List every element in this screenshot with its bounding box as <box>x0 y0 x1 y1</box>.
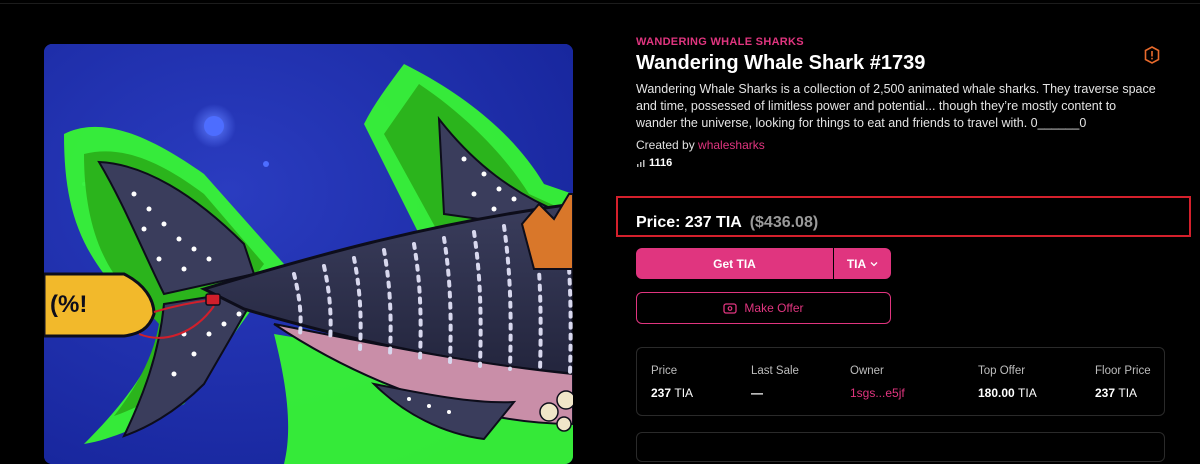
stat-value: 237 TIA <box>651 386 693 400</box>
stat-value: — <box>751 386 763 400</box>
stat-owner: Owner 1sgs...e5jf <box>850 365 905 400</box>
stat-top-offer: Top Offer 180.00 TIA <box>978 365 1037 400</box>
price-label: Price: 237 TIA <box>636 214 742 231</box>
stat-number: 180.00 <box>978 386 1015 400</box>
stat-label: Last Sale <box>751 365 799 377</box>
price-line: Price: 237 TIA ($436.08) <box>636 214 818 232</box>
stat-price: Price 237 TIA <box>651 365 693 400</box>
stat-label: Floor Price <box>1095 365 1151 377</box>
creator-line: Created by whalesharks <box>636 138 765 152</box>
stats-card: Price 237 TIA Last Sale — Owner 1sgs...e… <box>636 347 1165 416</box>
stat-value: 237 TIA <box>1095 386 1151 400</box>
price-usd: ($436.08) <box>749 214 819 231</box>
currency-select-button[interactable]: TIA <box>834 248 891 279</box>
views-count: 1116 <box>636 157 672 169</box>
next-section-card <box>636 432 1165 462</box>
stat-unit: TIA <box>1018 386 1037 400</box>
stat-floor-price: Floor Price 237 TIA <box>1095 365 1151 400</box>
stat-unit: TIA <box>674 386 694 400</box>
offer-icon <box>723 302 738 314</box>
stat-label: Owner <box>850 365 884 377</box>
whale-shark-artwork: (%! <box>44 44 573 464</box>
report-icon[interactable] <box>1144 46 1160 64</box>
stat-number: 237 <box>1095 386 1116 400</box>
make-offer-label: Make Offer <box>744 301 804 315</box>
description: Wandering Whale Sharks is a collection o… <box>636 82 1156 130</box>
stat-label: Price <box>651 365 678 377</box>
page-title: Wandering Whale Shark #1739 <box>636 52 926 74</box>
creator-link[interactable]: whalesharks <box>698 138 765 152</box>
nft-image[interactable]: (%! <box>44 44 573 464</box>
make-offer-button[interactable]: Make Offer <box>636 292 891 324</box>
views-value: 1116 <box>649 157 673 169</box>
sign-text: (%! <box>50 291 87 318</box>
stat-unit: TIA <box>1118 386 1138 400</box>
collection-name[interactable]: WANDERING WHALE SHARKS <box>636 36 804 48</box>
stat-value: 180.00 TIA <box>978 386 1037 400</box>
views-chart-icon <box>637 160 645 167</box>
owner-link[interactable]: 1sgs...e5jf <box>850 386 905 400</box>
stat-number: 237 <box>651 386 672 400</box>
creator-prefix: Created by <box>636 138 695 152</box>
details-panel: WANDERING WHALE SHARKS Wandering Whale S… <box>636 0 1200 462</box>
currency-label: TIA <box>846 256 867 271</box>
stat-label: Top Offer <box>978 365 1026 377</box>
chevron-down-icon <box>870 261 878 266</box>
stat-last-sale: Last Sale — <box>751 365 799 400</box>
get-tia-button[interactable]: Get TIA <box>636 248 833 279</box>
